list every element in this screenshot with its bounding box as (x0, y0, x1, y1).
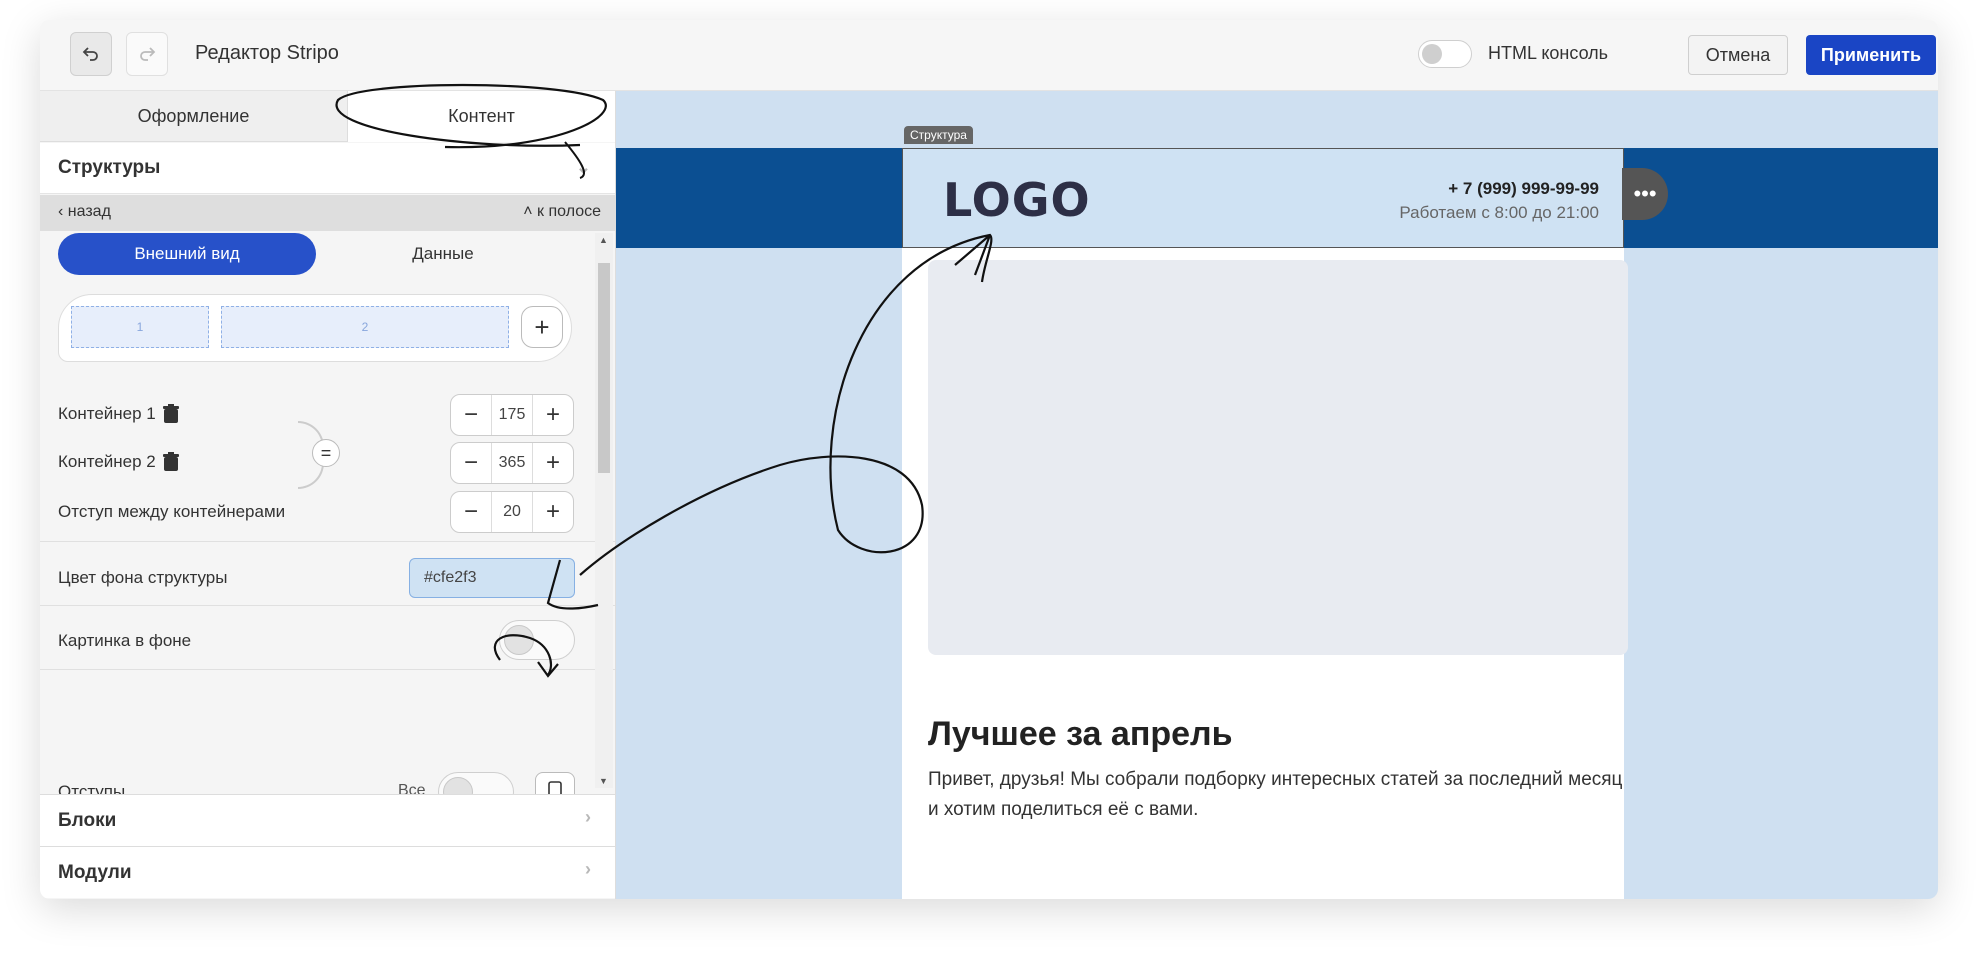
blocks-section-header[interactable]: Блоки › (40, 794, 615, 846)
panel-tabs: Оформление Контент (40, 91, 615, 142)
trash-icon[interactable] (162, 452, 180, 472)
logo[interactable]: LOGO (943, 173, 1091, 227)
container-2-label: Контейнер 2 (58, 452, 156, 471)
apply-button[interactable]: Применить (1806, 35, 1936, 75)
chevron-left-icon: ‹ (58, 203, 64, 220)
chevron-down-icon: ⌄ (575, 157, 591, 177)
modules-label: Модули (58, 861, 132, 883)
top-toolbar: Редактор Stripo HTML консоль Отмена Прим… (40, 20, 1938, 91)
container-2-stepper: − 365 + (450, 442, 574, 484)
column-layout: 1 2 + (58, 294, 572, 362)
add-column-button[interactable]: + (521, 306, 563, 348)
gap-stepper: − 20 + (450, 491, 574, 533)
blocks-label: Блоки (58, 809, 117, 831)
trash-icon[interactable] (162, 404, 180, 424)
html-console-label: HTML консоль (1488, 43, 1609, 63)
tab-data[interactable]: Данные (316, 233, 570, 275)
plus-icon: + (534, 311, 550, 342)
image-placeholder[interactable] (928, 260, 1628, 655)
divider (40, 541, 615, 542)
decrement-button[interactable]: − (451, 395, 491, 435)
more-dots-icon: ••• (1633, 181, 1657, 206)
scroll-down-icon[interactable]: ▼ (599, 776, 608, 786)
settings-panel: Оформление Контент Структуры ⌄ ‹ назад ˄… (40, 91, 616, 899)
chevron-right-icon: › (585, 807, 591, 827)
email-heading[interactable]: Лучшее за апрель (928, 715, 1233, 754)
toggle-knob (1422, 44, 1442, 64)
bg-color-label: Цвет фона структуры (58, 568, 228, 587)
tab-content[interactable]: Контент (348, 91, 615, 142)
gap-label: Отступ между контейнерами (58, 502, 286, 521)
column-2[interactable]: 2 (221, 306, 509, 348)
bg-image-toggle[interactable] (499, 620, 575, 660)
bg-color-input[interactable]: #cfe2f3 (409, 558, 575, 598)
toggle-knob (504, 625, 534, 655)
chevron-up-icon: ˄ (523, 203, 533, 220)
selected-structure[interactable]: LOGO + 7 (999) 999-99-99 Работаем с 8:00… (902, 148, 1624, 248)
redo-icon (140, 47, 156, 61)
divider (40, 605, 615, 606)
undo-icon (82, 47, 98, 61)
working-hours[interactable]: Работаем с 8:00 до 21:00 (1399, 203, 1599, 223)
scroll-up-icon[interactable]: ▲ (599, 235, 608, 245)
structures-section-header[interactable]: Структуры ⌄ (40, 143, 615, 194)
editor-title: Редактор Stripo (195, 42, 339, 64)
sub-navigation: ‹ назад ˄ к полосе (40, 195, 615, 231)
gap-value[interactable]: 20 (491, 492, 533, 532)
back-label: назад (67, 203, 111, 220)
email-paragraph[interactable]: Привет, друзья! Мы собрали подборку инте… (928, 765, 1628, 825)
container-1-value[interactable]: 175 (491, 395, 533, 435)
container-2-row: Контейнер 2 (58, 452, 180, 472)
equals-icon: = (320, 442, 332, 463)
container-2-value[interactable]: 365 (491, 443, 533, 483)
container-1-label: Контейнер 1 (58, 404, 156, 423)
increment-button[interactable]: + (533, 443, 573, 483)
email-content: Лучшее за апрель Привет, друзья! Мы собр… (902, 248, 1628, 899)
back-link[interactable]: ‹ назад (58, 203, 111, 221)
increment-button[interactable]: + (533, 395, 573, 435)
section-title: Структуры (58, 157, 161, 178)
view-data-switch: Внешний вид Данные (58, 233, 570, 275)
decrement-button[interactable]: − (451, 492, 491, 532)
container-1-row: Контейнер 1 (58, 404, 180, 424)
to-stripe-label: к полосе (537, 203, 601, 220)
email-canvas: Структура LOGO + 7 (999) 999-99-99 Работ… (616, 91, 1938, 899)
html-console-toggle[interactable] (1418, 40, 1472, 68)
phone-number[interactable]: + 7 (999) 999-99-99 (1448, 179, 1599, 199)
cancel-button[interactable]: Отмена (1688, 35, 1788, 75)
column-1[interactable]: 1 (71, 306, 209, 348)
tab-design[interactable]: Оформление (40, 91, 348, 142)
equalize-button[interactable]: = (312, 439, 340, 467)
to-stripe-link[interactable]: ˄ к полосе (523, 203, 601, 221)
structure-tag: Структура (904, 126, 973, 144)
bg-image-label: Картинка в фоне (58, 631, 192, 650)
panel-scrollbar[interactable]: ▲ ▼ (595, 233, 613, 788)
decrement-button[interactable]: − (451, 443, 491, 483)
container-1-stepper: − 175 + (450, 394, 574, 436)
scrollbar-thumb[interactable] (598, 263, 610, 473)
increment-button[interactable]: + (533, 492, 573, 532)
editor-window: Редактор Stripo HTML консоль Отмена Прим… (40, 20, 1938, 899)
modules-section-header[interactable]: Модули › (40, 846, 615, 898)
redo-button[interactable] (126, 32, 168, 76)
tab-appearance[interactable]: Внешний вид (58, 233, 316, 275)
chevron-right-icon: › (585, 859, 591, 879)
divider (40, 669, 615, 670)
undo-button[interactable] (70, 32, 112, 76)
